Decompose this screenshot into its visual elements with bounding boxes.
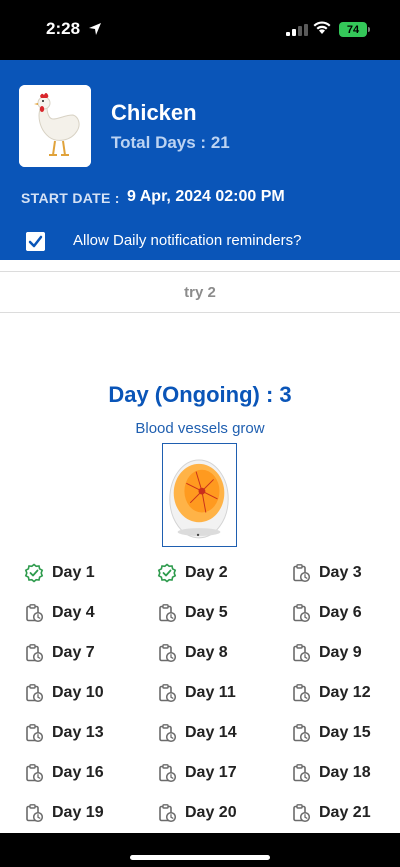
home-indicator[interactable]: [130, 855, 270, 860]
day-label: Day 8: [185, 644, 228, 661]
pending-clipboard-clock-icon: [159, 604, 177, 623]
pending-clipboard-clock-icon: [26, 644, 44, 663]
day-label: Day 3: [319, 564, 362, 581]
pending-clipboard-clock-icon: [26, 724, 44, 743]
day-item[interactable]: Day 7: [24, 641, 95, 665]
day-label: Day 6: [319, 604, 362, 621]
pending-clipboard-clock-icon: [159, 764, 177, 783]
day-item[interactable]: Day 10: [24, 681, 104, 705]
day-item[interactable]: Day 21: [291, 801, 371, 825]
day-item[interactable]: Day 4: [24, 601, 95, 625]
pending-clipboard-clock-icon: [26, 684, 44, 703]
day-item[interactable]: Day 19: [24, 801, 104, 825]
start-date-value: 9 Apr, 2024 02:00 PM: [127, 188, 285, 205]
day-item[interactable]: Day 2: [157, 561, 228, 585]
chicken-image: [19, 85, 91, 167]
pending-clipboard-clock-icon: [159, 724, 177, 743]
completed-check-icon: [24, 563, 44, 583]
species-name: Chicken: [111, 100, 197, 125]
day-item[interactable]: Day 18: [291, 761, 371, 785]
pending-clipboard-clock-icon: [293, 724, 311, 743]
pending-clipboard-clock-icon: [26, 604, 44, 623]
pending-clipboard-clock-icon: [293, 564, 311, 583]
day-label: Day 9: [319, 644, 362, 661]
day-item[interactable]: Day 6: [291, 601, 362, 625]
incubation-header: Chicken Total Days : 21 START DATE : 9 A…: [0, 60, 400, 260]
status-bar: 2:28 74: [0, 0, 400, 60]
chicken-thumbnail: [19, 85, 91, 167]
day-label: Day 12: [319, 684, 371, 701]
pending-clipboard-clock-icon: [26, 804, 44, 823]
egg-candling-illustration: [169, 459, 229, 539]
day-label: Day 16: [52, 764, 104, 781]
notification-label[interactable]: Allow Daily notification reminders?: [73, 232, 301, 249]
pending-clipboard-clock-icon: [293, 644, 311, 663]
day-item[interactable]: Day 11: [157, 681, 236, 705]
start-date-label: START DATE :: [21, 190, 120, 206]
battery-indicator: 74: [339, 22, 370, 37]
total-days: Total Days : 21: [111, 133, 230, 152]
day-label: Day 19: [52, 804, 104, 821]
day-label: Day 10: [52, 684, 104, 701]
day-item[interactable]: Day 13: [24, 721, 104, 745]
day-label: Day 5: [185, 604, 228, 621]
current-day-title: Day (Ongoing) : 3: [108, 382, 292, 407]
day-item[interactable]: Day 3: [291, 561, 362, 585]
home-indicator-area: [0, 833, 400, 867]
day-item[interactable]: Day 20: [157, 801, 237, 825]
wifi-icon: [313, 21, 331, 34]
current-day-description: Blood vessels grow: [135, 420, 265, 437]
pending-clipboard-clock-icon: [159, 644, 177, 663]
day-item[interactable]: Day 14: [157, 721, 237, 745]
completed-check-icon: [157, 563, 177, 583]
notification-checkbox[interactable]: [26, 232, 45, 251]
day-label: Day 20: [185, 804, 237, 821]
day-item[interactable]: Day 5: [157, 601, 228, 625]
pending-clipboard-clock-icon: [293, 804, 311, 823]
pending-clipboard-clock-icon: [26, 764, 44, 783]
day-label: Day 1: [52, 564, 95, 581]
day-label: Day 15: [319, 724, 371, 741]
tab-try-2[interactable]: try 2: [0, 271, 400, 313]
location-arrow-icon: [89, 23, 101, 35]
egg-image: [162, 443, 237, 547]
day-label: Day 21: [319, 804, 371, 821]
day-label: Day 7: [52, 644, 95, 661]
day-item[interactable]: Day 12: [291, 681, 371, 705]
day-item[interactable]: Day 16: [24, 761, 104, 785]
pending-clipboard-clock-icon: [293, 764, 311, 783]
day-label: Day 4: [52, 604, 95, 621]
pending-clipboard-clock-icon: [159, 804, 177, 823]
day-item[interactable]: Day 1: [24, 561, 95, 585]
status-time: 2:28: [46, 19, 81, 38]
day-label: Day 14: [185, 724, 237, 741]
day-item[interactable]: Day 15: [291, 721, 371, 745]
day-item[interactable]: Day 9: [291, 641, 362, 665]
day-label: Day 18: [319, 764, 371, 781]
pending-clipboard-clock-icon: [293, 684, 311, 703]
pending-clipboard-clock-icon: [293, 604, 311, 623]
pending-clipboard-clock-icon: [159, 684, 177, 703]
day-label: Day 17: [185, 764, 237, 781]
day-label: Day 13: [52, 724, 104, 741]
day-label: Day 11: [185, 684, 236, 701]
day-item[interactable]: Day 17: [157, 761, 237, 785]
day-item[interactable]: Day 8: [157, 641, 228, 665]
cellular-signal-icon: [286, 24, 308, 36]
day-label: Day 2: [185, 564, 228, 581]
